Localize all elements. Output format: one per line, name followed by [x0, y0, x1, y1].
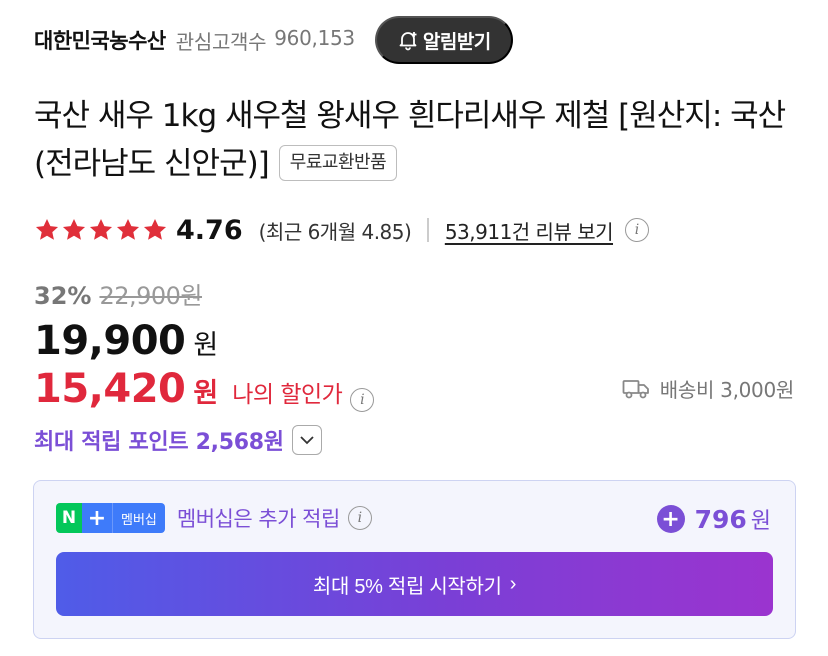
naver-n-logo: N [56, 503, 82, 533]
star-icon [143, 218, 167, 240]
rating-row: 4.76 (최근 6개월 4.85) 53,911건 리뷰 보기 i [34, 210, 650, 250]
info-icon[interactable]: i [625, 218, 650, 242]
star-icon [62, 218, 86, 240]
alarm-label: 알림받기 [422, 31, 491, 53]
rating-value: 4.76 [176, 214, 243, 246]
product-title: 국산 새우 1kg 새우철 왕새우 흰다리새우 제철 [원산지: 국산(전라남도… [34, 98, 786, 182]
alarm-button[interactable]: 알림받기 [374, 16, 513, 64]
star-icon [35, 218, 59, 240]
plus-circle-icon: + [656, 505, 685, 533]
naver-plus-membership-logo: N + 멤버십 [56, 503, 165, 533]
membership-panel: N + 멤버십 멤버십은 추가 적립 i + 796 원 최대 5% 적립 시작… [33, 480, 796, 639]
interest-customers: 관심고객수 960,153 [176, 26, 355, 55]
plus-logo: + [82, 503, 112, 533]
divider [427, 218, 429, 242]
store-name[interactable]: 대한민국농수산 [34, 25, 166, 55]
max-points-row[interactable]: 최대 적립 포인트 2,568원 [34, 424, 322, 456]
star-icon [89, 218, 113, 240]
bell-plus-icon [397, 29, 419, 51]
interest-label: 관심고객수 [175, 29, 267, 54]
sale-price-row: 19,900 원 [34, 318, 218, 364]
my-price-row: 15,420 원 나의 할인가 i [34, 366, 375, 412]
chevron-down-icon[interactable] [291, 425, 322, 455]
reviews-link[interactable]: 53,911건 리뷰 보기 [445, 216, 614, 245]
store-header: 대한민국농수산 관심고객수 960,153 알림받기 [34, 16, 794, 64]
star-icon [116, 218, 140, 240]
my-discount-label: 나의 할인가 [232, 382, 343, 408]
discount-row: 32% 22,900원 [34, 276, 203, 311]
shipping-fee-text: 배송비 3,000원 [659, 378, 795, 402]
membership-extra-points: + 796 원 [656, 503, 771, 535]
start-membership-button[interactable]: 최대 5% 적립 시작하기 › [56, 552, 773, 616]
extra-points-unit: 원 [750, 509, 771, 534]
star-rating [34, 217, 168, 243]
recent-rating: (최근 6개월 4.85) [258, 219, 412, 244]
truck-icon [622, 379, 649, 398]
info-icon[interactable]: i [347, 506, 372, 530]
sale-price-unit: 원 [193, 330, 219, 361]
info-icon[interactable]: i [350, 388, 375, 412]
max-points: 최대 적립 포인트 2,568원 [34, 430, 284, 455]
cta-label: 최대 5% 적립 시작하기 [312, 575, 502, 598]
shipping-fee: 배송비 3,000원 [622, 374, 794, 403]
original-price: 22,900원 [99, 282, 203, 310]
membership-text: 멤버십은 추가 적립 [176, 507, 340, 531]
interest-count: 960,153 [274, 25, 355, 50]
my-discount-price-unit: 원 [193, 378, 219, 409]
free-return-badge: 무료교환반품 [278, 144, 398, 181]
discount-percent: 32% [34, 282, 92, 310]
membership-header: N + 멤버십 멤버십은 추가 적립 i [56, 503, 372, 533]
my-discount-price: 15,420 [34, 366, 186, 412]
sale-price: 19,900 [34, 318, 186, 364]
product-title-block: 국산 새우 1kg 새우철 왕새우 흰다리새우 제철 [원산지: 국산(전라남도… [34, 92, 804, 188]
extra-points-amount: 796 [694, 504, 747, 534]
chevron-right-icon: › [509, 572, 517, 595]
membership-logo-text: 멤버십 [112, 503, 165, 533]
